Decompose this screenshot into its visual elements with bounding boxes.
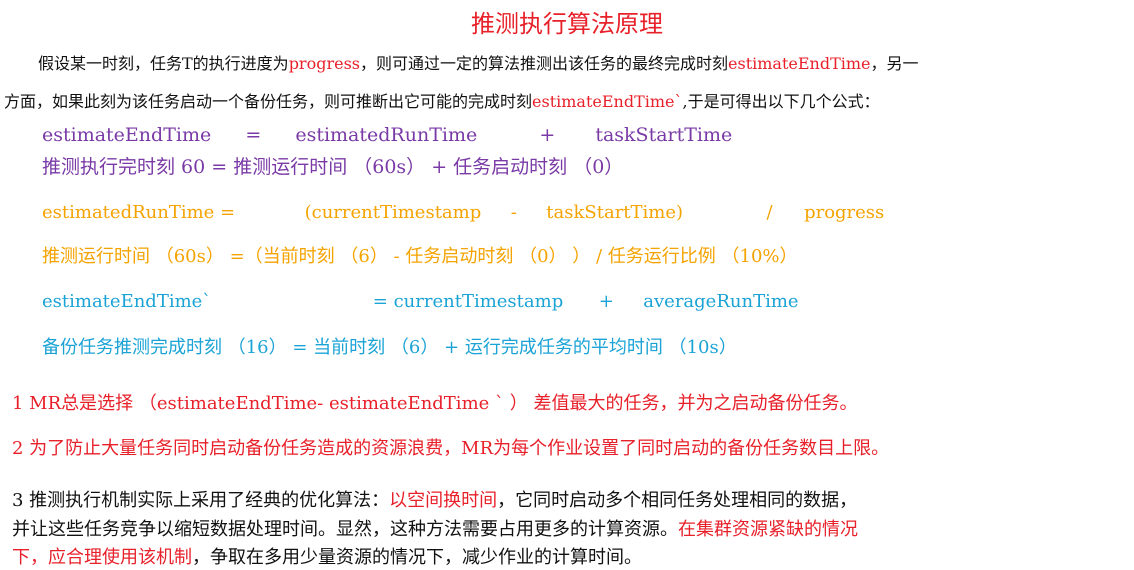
formula-1-cn: 推测执行完时刻 60 = 推测运行时间 （60s） + 任务启动时刻 （0） — [42, 156, 624, 178]
intro-text: ,于是可得出以下几个公式： — [682, 92, 880, 111]
formula-term: taskStartTime — [595, 124, 733, 146]
formula-term: estimatedRunTime — [295, 124, 478, 146]
point-3-text: ，它同时启动多个相同任务处理相同的数据， — [497, 490, 858, 511]
formula-term: progress — [804, 202, 885, 223]
point-3-text: 并让这些任务竞争以缩短数据处理时间。显然，这种方法需要占用更多的计算资源。 — [12, 519, 678, 540]
formula-term: averageRunTime — [643, 291, 799, 312]
formula-operator: / — [766, 202, 773, 223]
formula-3-cn: 备份任务推测完成时刻 （16） = 当前时刻 （6） + 运行完成任务的平均时间… — [42, 337, 737, 358]
intro-line-1: 假设某一时刻，任务T的执行进度为progress，则可通过一定的算法推测出该任务… — [38, 50, 919, 74]
formula-2-en: estimatedRunTime = (currentTimestamp - t… — [42, 202, 884, 223]
formula-2-cn: 推测运行时间 （60s） =（当前时刻 （6） - 任务启动时刻 （0） ） /… — [42, 246, 798, 267]
formula-operator: + — [598, 291, 614, 312]
formula-3-en: estimateEndTime` = currentTimestamp + av… — [42, 291, 799, 312]
formula-1-en: estimateEndTime = estimatedRunTime + tas… — [42, 124, 732, 146]
intro-text: 假设某一时刻，任务T的执行进度为 — [38, 54, 289, 73]
intro-text: 方面，如果此刻为该任务启动一个备份任务，则可推断出它可能的完成时刻 — [4, 92, 533, 111]
formula-term: estimateEndTime — [42, 124, 212, 146]
point-3-line-2: 并让这些任务竞争以缩短数据处理时间。显然，这种方法需要占用更多的计算资源。在集群… — [12, 515, 858, 541]
formula-operator: + — [539, 124, 556, 146]
point-3-text: 3 推测执行机制实际上采用了经典的优化算法： — [12, 490, 390, 511]
page-title: 推测执行算法原理 — [471, 10, 663, 38]
point-1: 1 MR总是选择 （estimateEndTime- estimateEndTi… — [12, 393, 858, 414]
formula-term: (currentTimestamp — [304, 202, 482, 223]
point-3-highlight: 以空间换时间 — [389, 490, 498, 511]
intro-line-2: 方面，如果此刻为该任务启动一个备份任务，则可推断出它可能的完成时刻estimat… — [4, 88, 880, 112]
formula-term: estimateEndTime` — [42, 291, 212, 312]
formula-term: = currentTimestamp — [372, 291, 564, 312]
intro-text: ，则可通过一定的算法推测出该任务的最终完成时刻 — [360, 54, 729, 73]
formula-term: taskStartTime) — [546, 202, 684, 223]
progress-term: progress — [288, 54, 360, 73]
intro-text: ，另一 — [870, 54, 919, 73]
formula-operator: - — [510, 202, 517, 223]
point-3-highlight: 在集群资源紧缺的情况 — [678, 519, 858, 540]
formula-term: estimatedRunTime = — [42, 202, 236, 223]
point-3-line-3: 下，应合理使用该机制，争取在多用少量资源的情况下，减少作业的计算时间。 — [12, 543, 642, 569]
point-3-text: ，争取在多用少量资源的情况下，减少作业的计算时间。 — [192, 547, 642, 568]
point-2: 2 为了防止大量任务同时启动备份任务造成的资源浪费，MR为每个作业设置了同时启动… — [12, 438, 890, 459]
formula-operator: = — [245, 124, 262, 146]
estimate-end-time-term: estimateEndTime — [728, 54, 871, 73]
point-3-line-1: 3 推测执行机制实际上采用了经典的优化算法：以空间换时间，它同时启动多个相同任务… — [12, 486, 857, 512]
point-3-highlight: 下，应合理使用该机制 — [12, 547, 192, 568]
backup-end-time-term: estimateEndTime` — [532, 92, 683, 111]
